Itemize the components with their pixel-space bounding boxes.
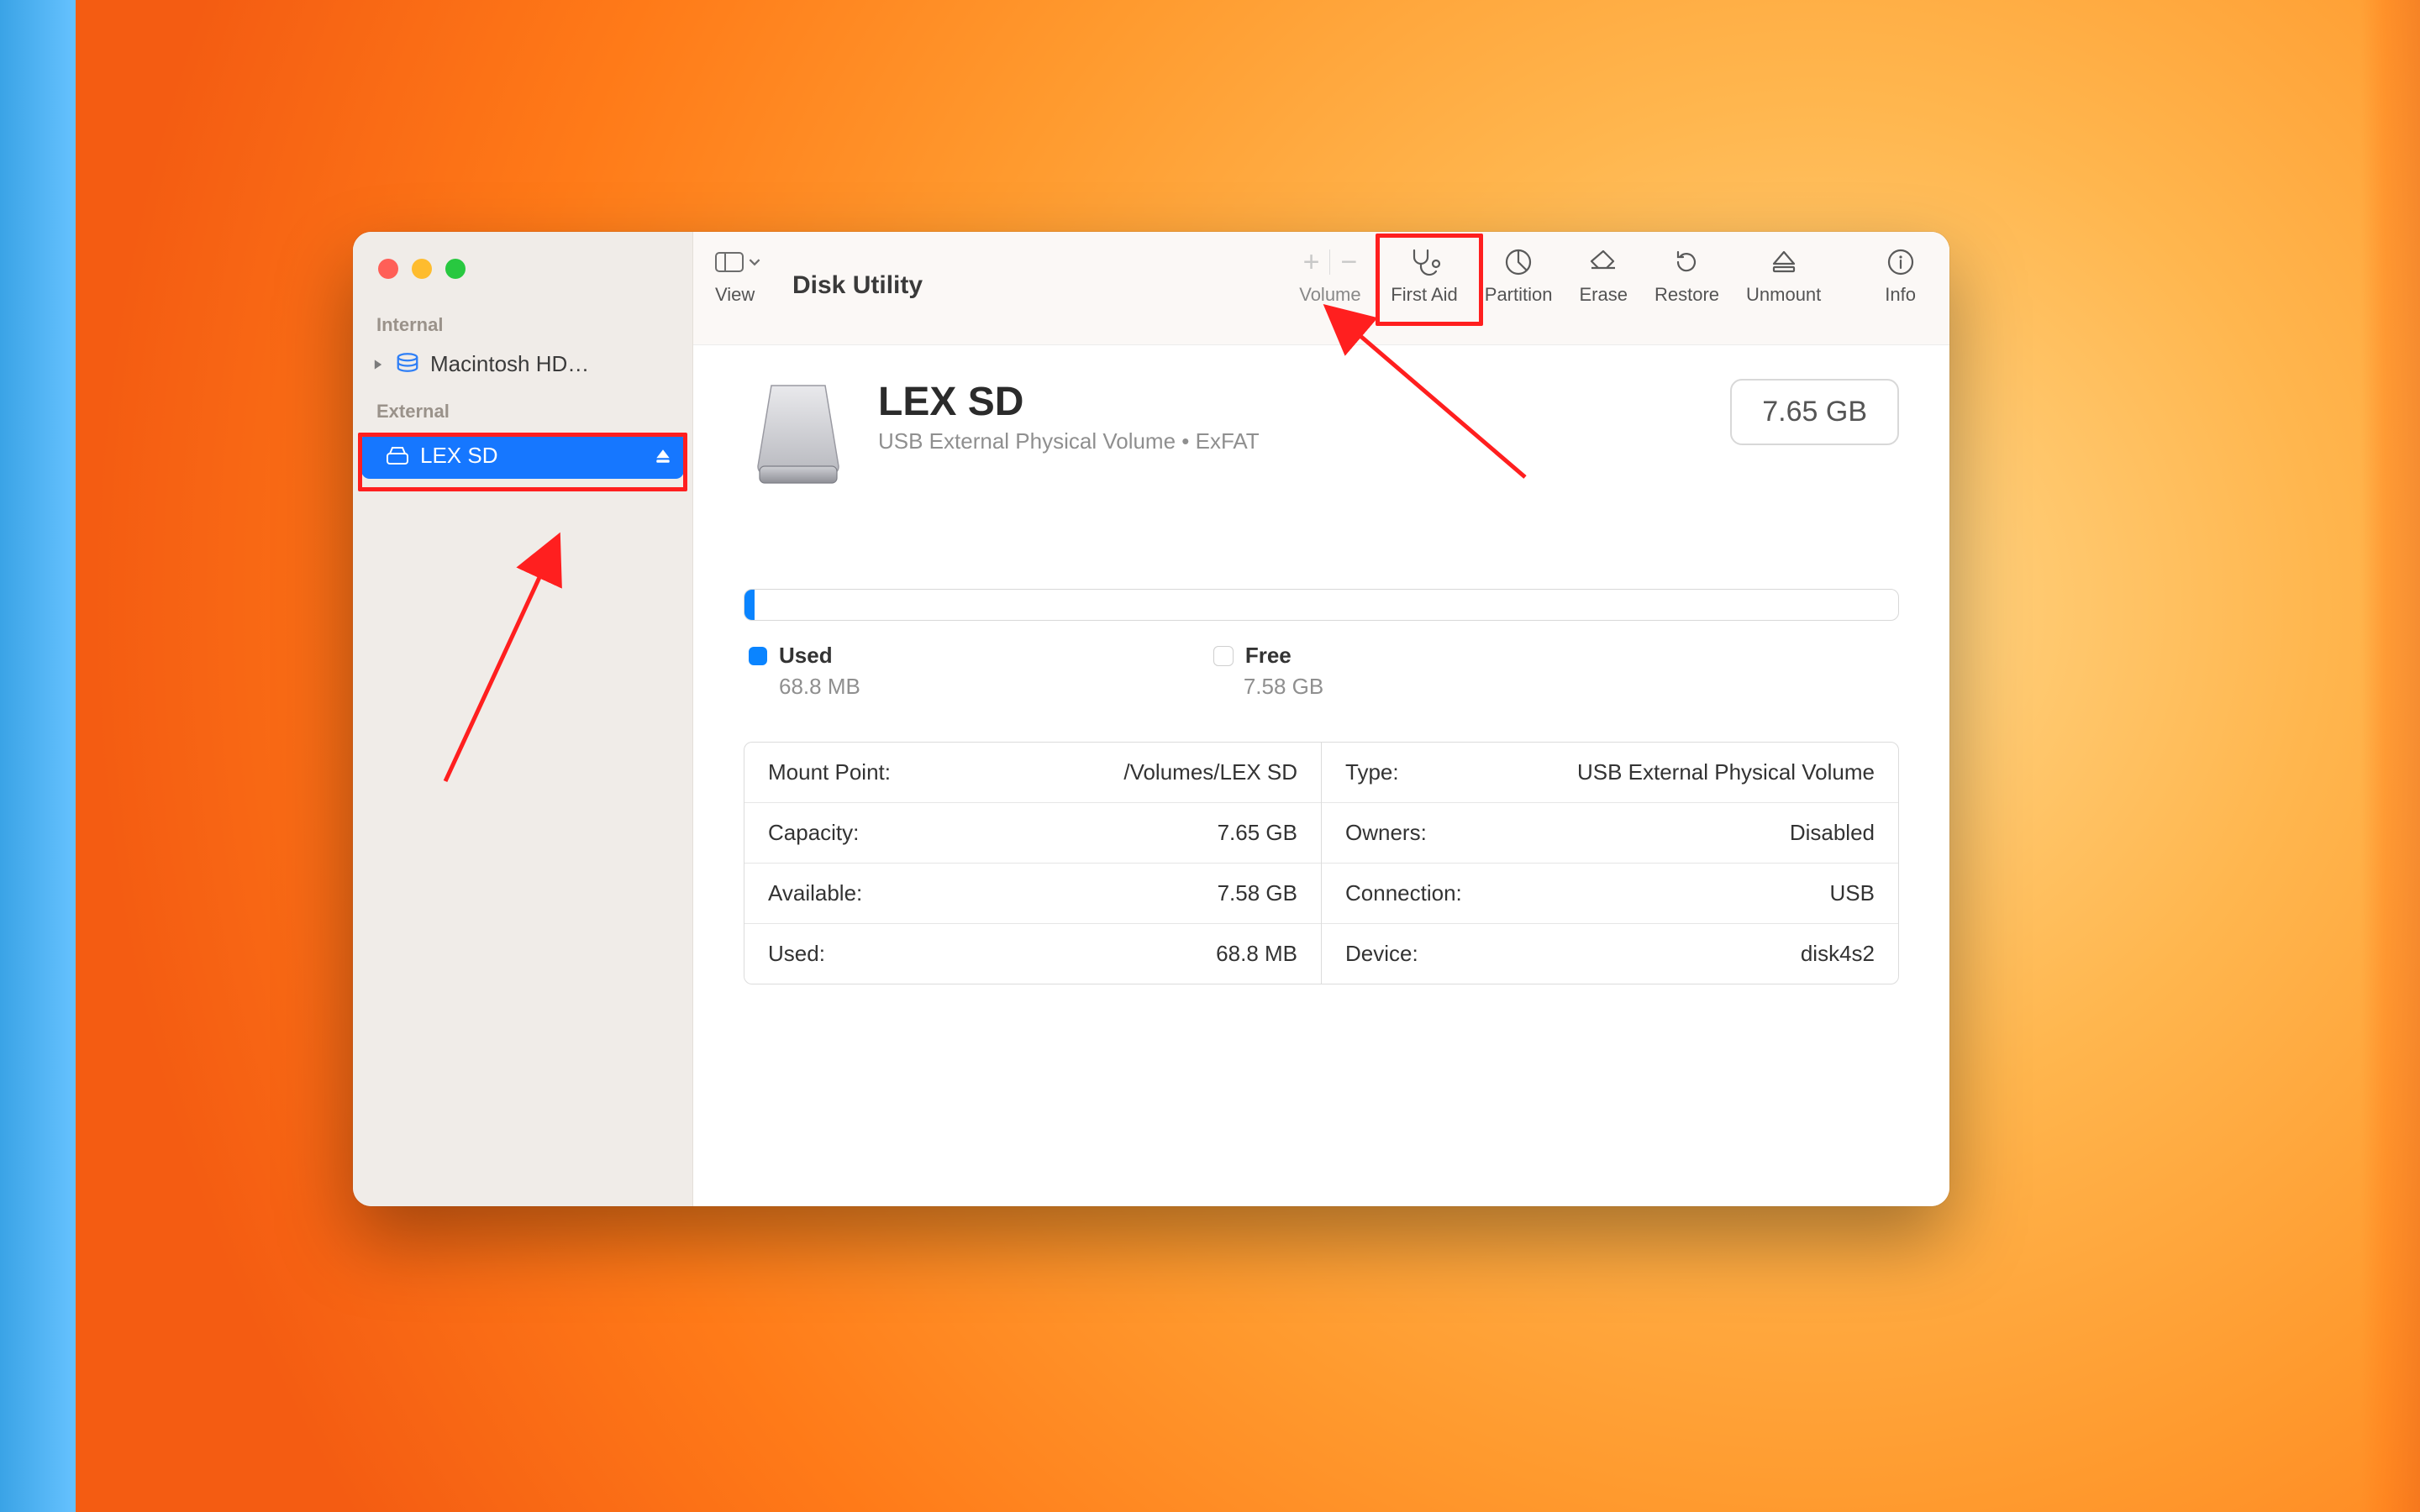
eject-icon [1770, 245, 1797, 279]
legend-used: Used 68.8 MB [749, 643, 860, 700]
info-table: Mount Point:/Volumes/LEX SD Capacity:7.6… [744, 742, 1899, 984]
add-volume-button: + [1297, 246, 1327, 279]
app-title: Disk Utility [792, 271, 923, 300]
info-row: Device:disk4s2 [1322, 924, 1898, 984]
sidebar-toggle-icon [715, 250, 744, 274]
toolbar-partition[interactable]: Partition [1473, 245, 1565, 306]
info-row: Connection:USB [1322, 864, 1898, 924]
usage-bar-used-segment [744, 590, 755, 620]
close-window-button[interactable] [378, 259, 398, 279]
toolbar-restore-label: Restore [1655, 284, 1719, 306]
sidebar-item-label: Macintosh HD… [430, 351, 589, 377]
minimize-window-button[interactable] [412, 259, 432, 279]
legend-free: Free 7.58 GB [1213, 643, 1323, 700]
sidebar-item-macintosh-hd[interactable]: Macintosh HD… [353, 343, 692, 386]
toolbar: View Disk Utility + − Volume [693, 232, 1949, 345]
sidebar-section-external: External [353, 386, 692, 429]
volume-details: LEX SD USB External Physical Volume • Ex… [693, 345, 1949, 1206]
toolbar-view[interactable]: View [715, 245, 772, 306]
legend-free-value: 7.58 GB [1213, 674, 1323, 700]
toolbar-first-aid-label: First Aid [1391, 284, 1457, 306]
disk-utility-window: Internal Macintosh HD… External [353, 232, 1949, 1206]
desktop-wallpaper: Internal Macintosh HD… External [0, 0, 2420, 1512]
info-row: Used:68.8 MB [744, 924, 1321, 984]
sidebar-item-lex-sd[interactable]: LEX SD [361, 433, 684, 479]
capacity-badge: 7.65 GB [1730, 379, 1899, 445]
restore-icon [1671, 245, 1702, 279]
info-icon [1886, 245, 1915, 279]
free-swatch [1213, 646, 1234, 666]
info-row: Owners:Disabled [1322, 803, 1898, 864]
volume-subtitle: USB External Physical Volume • ExFAT [878, 428, 1260, 454]
toolbar-volume-label: Volume [1299, 284, 1360, 306]
volume-name: LEX SD [878, 379, 1260, 425]
info-row: Available:7.58 GB [744, 864, 1321, 924]
toolbar-partition-label: Partition [1485, 284, 1553, 306]
sidebar: Internal Macintosh HD… External [353, 232, 693, 1206]
used-swatch [749, 647, 767, 665]
window-controls [353, 247, 692, 299]
toolbar-unmount-label: Unmount [1746, 284, 1821, 306]
toolbar-info-label: Info [1885, 284, 1916, 306]
toolbar-volume: + − Volume [1285, 245, 1376, 306]
info-row: Capacity:7.65 GB [744, 803, 1321, 864]
remove-volume-button: − [1334, 246, 1364, 279]
legend-free-label: Free [1245, 643, 1292, 669]
main-panel: View Disk Utility + − Volume [693, 232, 1949, 1206]
info-col-left: Mount Point:/Volumes/LEX SD Capacity:7.6… [744, 743, 1322, 984]
stethoscope-icon [1407, 245, 1441, 279]
external-disk-icon [385, 446, 410, 466]
toolbar-info[interactable]: Info [1873, 245, 1928, 306]
sidebar-section-internal: Internal [353, 299, 692, 343]
info-row: Mount Point:/Volumes/LEX SD [744, 743, 1321, 803]
toolbar-erase-label: Erase [1579, 284, 1627, 306]
info-col-right: Type:USB External Physical Volume Owners… [1322, 743, 1898, 984]
usage-bar [744, 589, 1899, 621]
toolbar-divider [1329, 249, 1330, 275]
chevron-down-icon [749, 256, 760, 268]
toolbar-view-label: View [715, 284, 755, 306]
disclosure-chevron-icon[interactable] [371, 358, 385, 371]
external-drive-art-icon [744, 379, 853, 488]
legend-used-value: 68.8 MB [749, 674, 860, 700]
zoom-window-button[interactable] [445, 259, 466, 279]
pie-icon [1503, 245, 1534, 279]
erase-icon [1586, 245, 1620, 279]
toolbar-erase[interactable]: Erase [1567, 245, 1639, 306]
toolbar-unmount[interactable]: Unmount [1734, 245, 1833, 306]
sidebar-item-label: LEX SD [420, 443, 498, 469]
legend-used-label: Used [779, 643, 833, 669]
toolbar-first-aid[interactable]: First Aid [1379, 245, 1469, 306]
toolbar-restore[interactable]: Restore [1643, 245, 1731, 306]
internal-disk-icon [395, 352, 420, 377]
eject-icon[interactable] [654, 447, 672, 465]
info-row: Type:USB External Physical Volume [1322, 743, 1898, 803]
